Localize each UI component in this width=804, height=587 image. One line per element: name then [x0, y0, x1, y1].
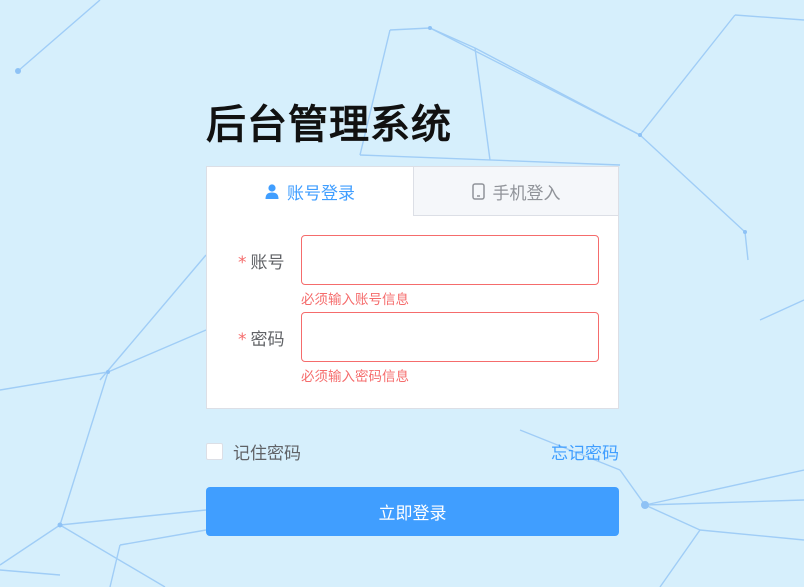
password-label-text: 密码: [250, 330, 285, 350]
login-button[interactable]: 立即登录: [206, 487, 619, 536]
login-panel: 账号登录 手机登入 * 账号 必须输入账号信息 * 密码 必须输入密码信息: [206, 166, 619, 409]
password-error-message: 必须输入密码信息: [301, 369, 409, 385]
required-mark: *: [238, 330, 247, 350]
password-input[interactable]: [301, 312, 599, 362]
remember-password-option[interactable]: 记住密码: [206, 439, 301, 464]
login-tabs: 账号登录 手机登入: [207, 167, 618, 216]
account-label: * 账号: [238, 248, 285, 273]
tab-account-login[interactable]: 账号登录: [207, 167, 413, 216]
remember-password-checkbox[interactable]: [206, 443, 223, 460]
tab-phone-login[interactable]: 手机登入: [413, 167, 618, 216]
required-mark: *: [238, 253, 247, 273]
password-label: * 密码: [238, 325, 285, 350]
user-icon: [265, 184, 279, 199]
forgot-password-link[interactable]: 忘记密码: [551, 439, 619, 464]
remember-password-label: 记住密码: [233, 444, 301, 464]
page-title: 后台管理系统: [206, 102, 452, 148]
account-error-message: 必须输入账号信息: [301, 292, 409, 308]
mobile-phone-icon: [471, 182, 485, 200]
account-input[interactable]: [301, 235, 599, 285]
account-label-text: 账号: [250, 253, 285, 273]
tab-account-label: 账号登录: [287, 184, 355, 204]
tab-phone-label: 手机登入: [492, 183, 561, 204]
